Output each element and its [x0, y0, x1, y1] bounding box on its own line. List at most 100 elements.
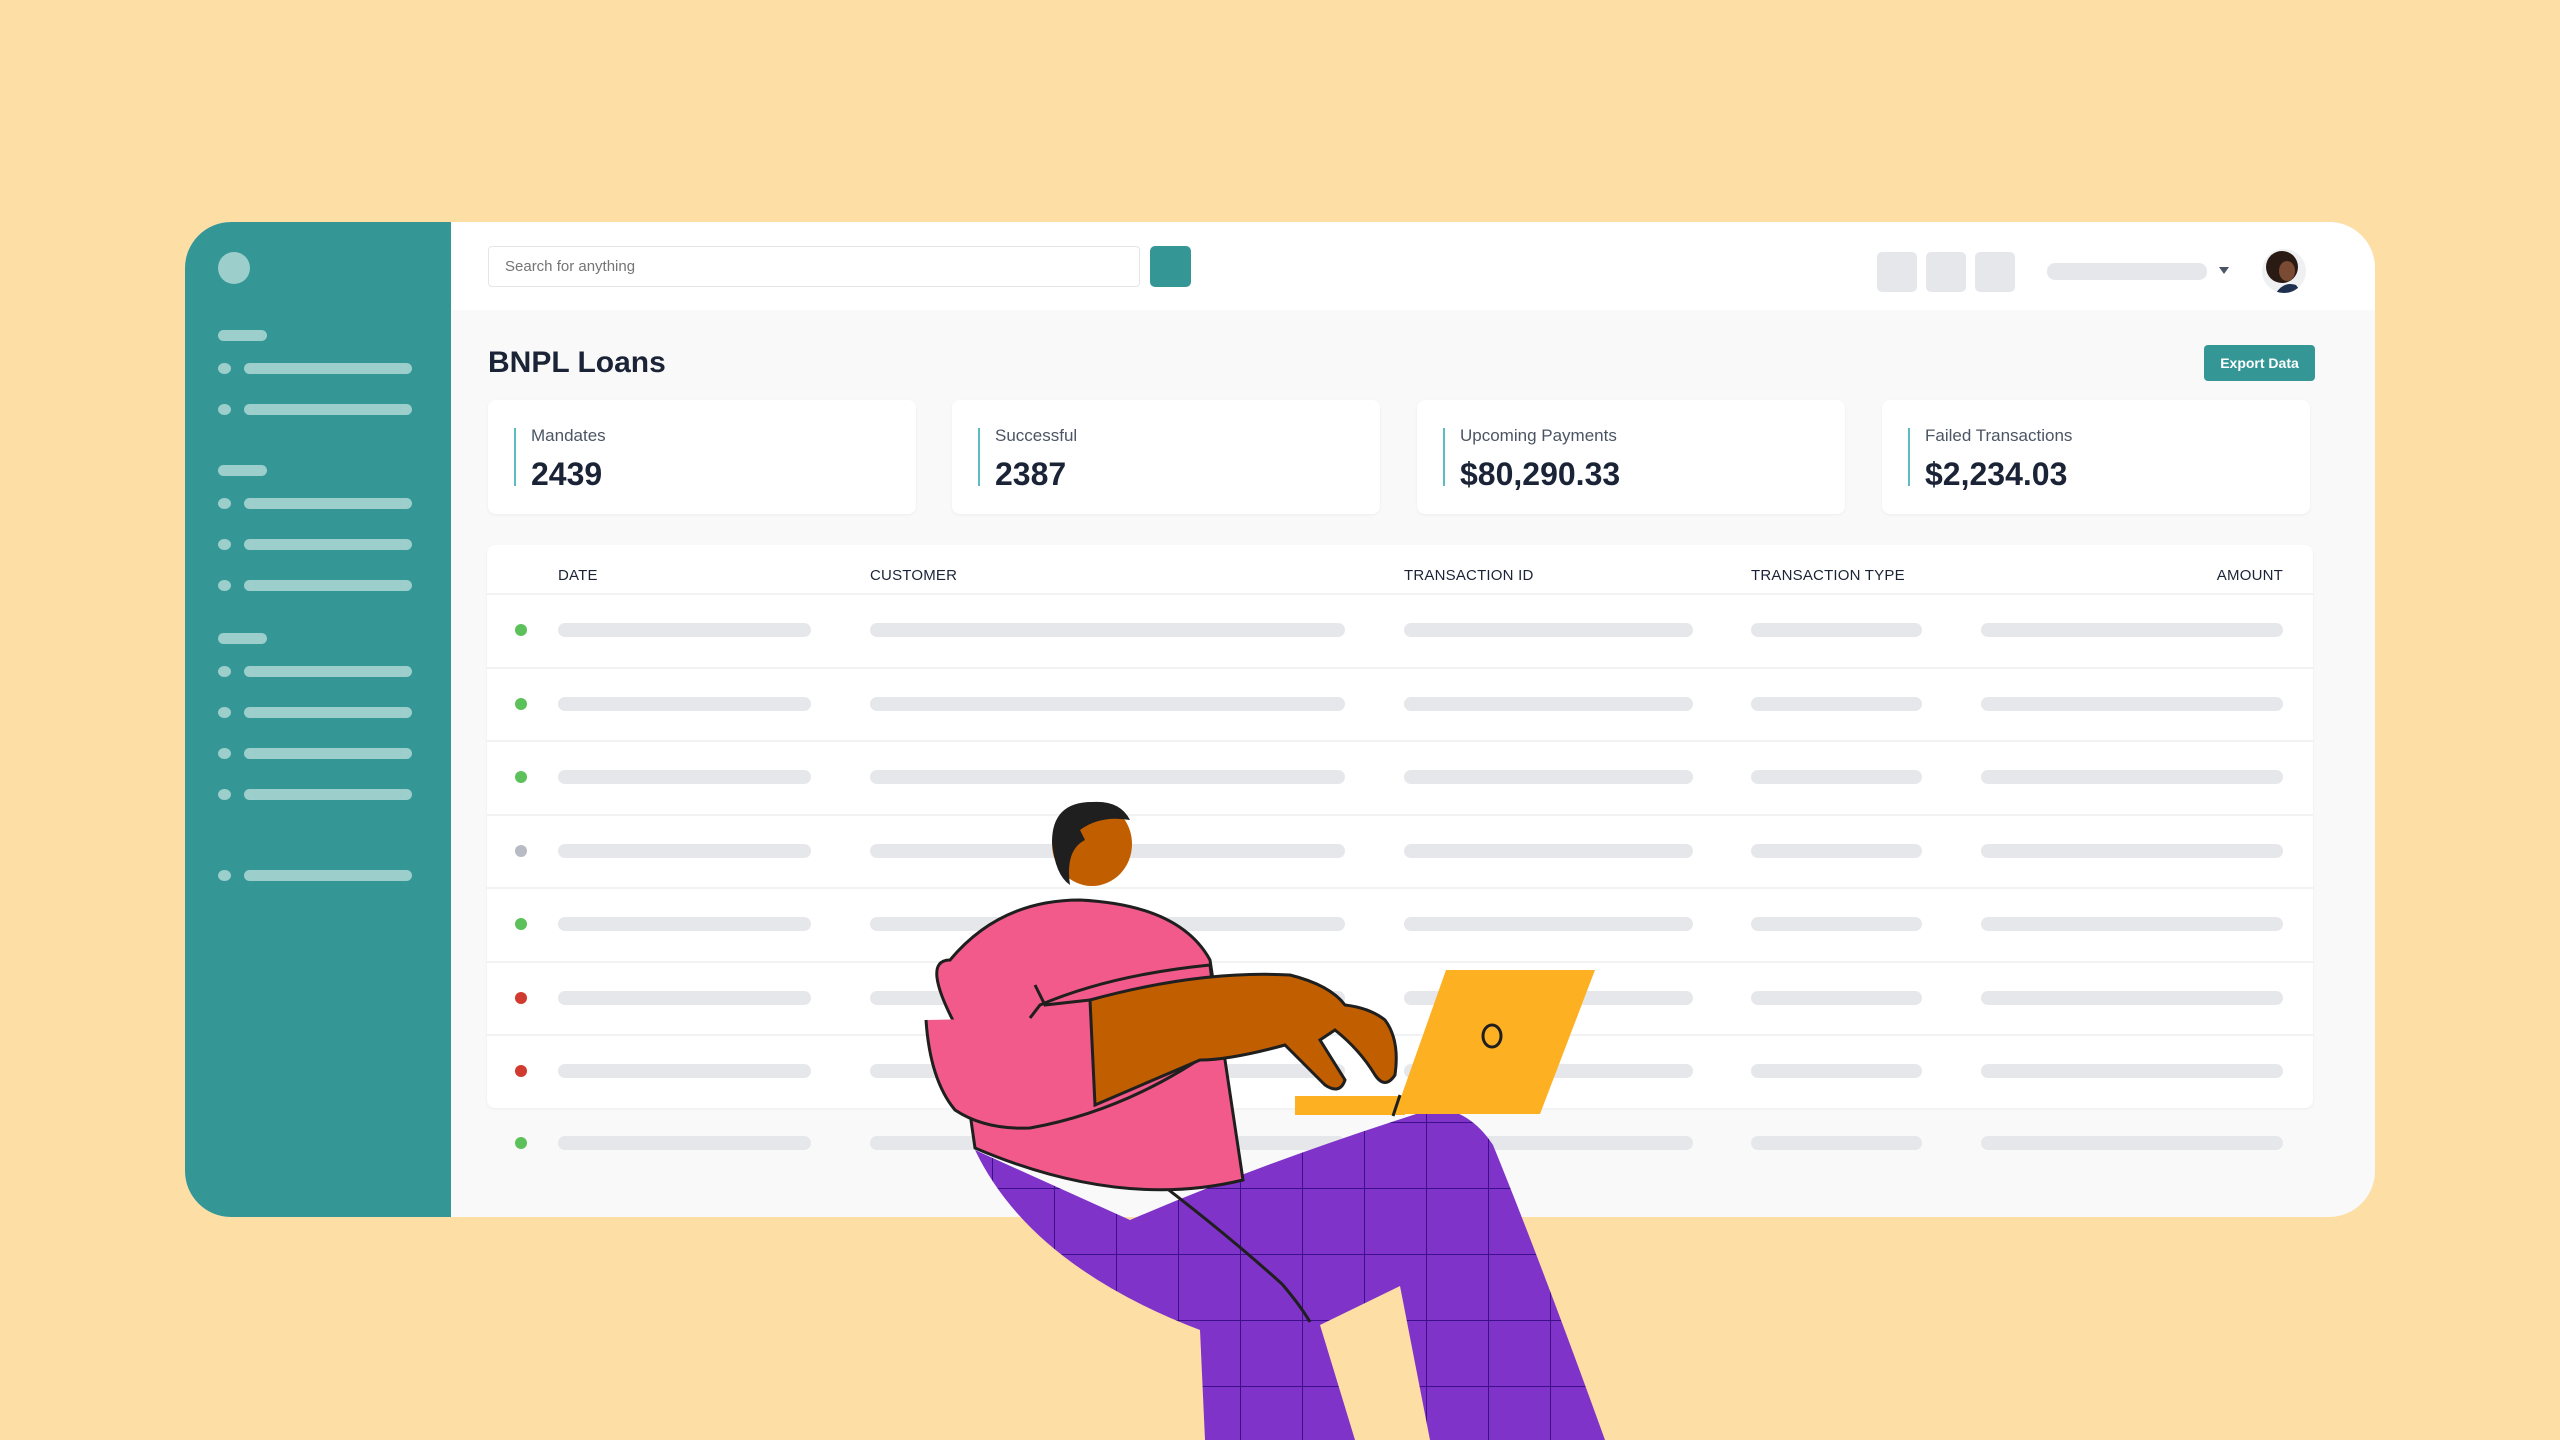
cell-placeholder-amount — [1981, 843, 2283, 858]
sidebar-item-icon — [218, 580, 231, 591]
caret-down-icon[interactable] — [2219, 267, 2229, 274]
cell-placeholder-customer — [870, 843, 1345, 858]
stat-accent-line — [1443, 428, 1445, 486]
page-title: BNPL Loans — [488, 346, 666, 379]
table-row[interactable] — [487, 593, 2313, 666]
cell-placeholder-date — [558, 990, 811, 1005]
cell-placeholder-transaction-id — [1404, 1135, 1693, 1150]
stat-label: Upcoming Payments — [1460, 426, 1617, 445]
sidebar-item[interactable] — [218, 707, 418, 718]
cell-placeholder-transaction-id — [1404, 990, 1693, 1005]
sidebar-item-icon — [218, 748, 231, 759]
cell-placeholder-transaction-type — [1751, 990, 1922, 1005]
sidebar-item[interactable] — [218, 870, 418, 881]
cell-placeholder-date — [558, 917, 811, 931]
stat-card-failed-transactions: Failed Transactions $2,234.03 — [1882, 400, 2310, 514]
status-dot-failed — [515, 991, 527, 1004]
toolbar-button[interactable] — [1975, 252, 2015, 292]
account-dropdown[interactable] — [2047, 263, 2207, 280]
cell-placeholder-date — [558, 623, 811, 637]
cell-placeholder-customer — [870, 1135, 1345, 1150]
cell-placeholder-transaction-type — [1751, 917, 1922, 931]
sidebar-item-icon — [218, 789, 231, 800]
transactions-table: DATE CUSTOMER TRANSACTION ID TRANSACTION… — [487, 545, 2313, 1150]
cell-placeholder-date — [558, 696, 811, 711]
app-logo-icon[interactable] — [218, 252, 250, 284]
sidebar-item[interactable] — [218, 789, 418, 800]
table-row[interactable] — [487, 1108, 2313, 1181]
sidebar-item[interactable] — [218, 580, 418, 591]
sidebar-item-label — [244, 363, 412, 374]
sidebar-item-icon — [218, 707, 231, 718]
stat-label: Failed Transactions — [1925, 426, 2073, 445]
column-header-transaction-id[interactable]: TRANSACTION ID — [1404, 567, 1533, 584]
sidebar-group-2 — [218, 465, 418, 621]
table-row[interactable] — [487, 813, 2313, 887]
cell-placeholder-transaction-id — [1404, 1064, 1693, 1078]
sidebar-item-label — [244, 404, 412, 415]
sidebar-item-label — [244, 748, 412, 759]
search-input[interactable] — [488, 246, 1140, 287]
sidebar-item[interactable] — [218, 404, 418, 415]
column-header-date[interactable]: DATE — [558, 567, 598, 584]
sidebar-item[interactable] — [218, 748, 418, 759]
sidebar-item-icon — [218, 666, 231, 677]
status-dot-success — [515, 697, 527, 710]
column-header-amount[interactable]: AMOUNT — [2217, 567, 2283, 584]
table-row[interactable] — [487, 1034, 2313, 1107]
top-bar — [451, 222, 2375, 310]
stat-label: Mandates — [531, 426, 606, 445]
user-avatar[interactable] — [2262, 249, 2306, 293]
sidebar-item-label — [244, 870, 412, 881]
cell-placeholder-date — [558, 1064, 811, 1078]
sidebar-item[interactable] — [218, 363, 418, 374]
sidebar-item[interactable] — [218, 666, 418, 677]
cell-placeholder-transaction-id — [1404, 696, 1693, 711]
status-dot-failed — [515, 1065, 527, 1077]
stat-accent-line — [1908, 428, 1910, 486]
sidebar-item[interactable] — [218, 539, 418, 550]
cell-placeholder-amount — [1981, 770, 2283, 784]
cell-placeholder-date — [558, 1135, 811, 1150]
cell-placeholder-amount — [1981, 1064, 2283, 1078]
sidebar-item[interactable] — [218, 498, 418, 509]
sidebar-item-label — [244, 498, 412, 509]
sidebar-item-label — [244, 707, 412, 718]
toolbar-button[interactable] — [1926, 252, 1966, 292]
cell-placeholder-date — [558, 770, 811, 784]
toolbar-button[interactable] — [1877, 252, 1917, 292]
table-row[interactable] — [487, 960, 2313, 1034]
column-header-customer[interactable]: CUSTOMER — [870, 567, 957, 584]
table-row[interactable] — [487, 740, 2313, 813]
cell-placeholder-transaction-type — [1751, 1064, 1922, 1078]
sidebar-item-label — [244, 580, 412, 591]
cell-placeholder-customer — [870, 990, 1345, 1005]
cell-placeholder-transaction-id — [1404, 843, 1693, 858]
search-button[interactable] — [1150, 246, 1191, 287]
cell-placeholder-transaction-type — [1751, 696, 1922, 711]
sidebar-item-label — [244, 666, 412, 677]
sidebar — [185, 222, 451, 1217]
stat-card-successful: Successful 2387 — [952, 400, 1380, 514]
cell-placeholder-customer — [870, 623, 1345, 637]
stat-value: 2439 — [531, 456, 603, 492]
export-data-button[interactable]: Export Data — [2204, 345, 2315, 381]
status-dot-success — [515, 771, 527, 783]
sidebar-item-icon — [218, 870, 231, 881]
cell-placeholder-customer — [870, 770, 1345, 784]
stat-accent-line — [978, 428, 980, 486]
sidebar-group-3 — [218, 633, 418, 830]
sidebar-item-icon — [218, 363, 231, 374]
cell-placeholder-amount — [1981, 990, 2283, 1005]
table-row[interactable] — [487, 887, 2313, 960]
cell-placeholder-amount — [1981, 696, 2283, 711]
cell-placeholder-transaction-type — [1751, 1135, 1922, 1150]
stat-label: Successful — [995, 426, 1078, 445]
table-row[interactable] — [487, 666, 2313, 740]
cell-placeholder-amount — [1981, 1135, 2283, 1150]
stat-card-upcoming-payments: Upcoming Payments $80,290.33 — [1417, 400, 1845, 514]
cell-placeholder-transaction-id — [1404, 623, 1693, 637]
status-dot-success — [515, 1136, 527, 1149]
stat-value: 2387 — [995, 456, 1067, 492]
column-header-transaction-type[interactable]: TRANSACTION TYPE — [1751, 567, 1905, 584]
